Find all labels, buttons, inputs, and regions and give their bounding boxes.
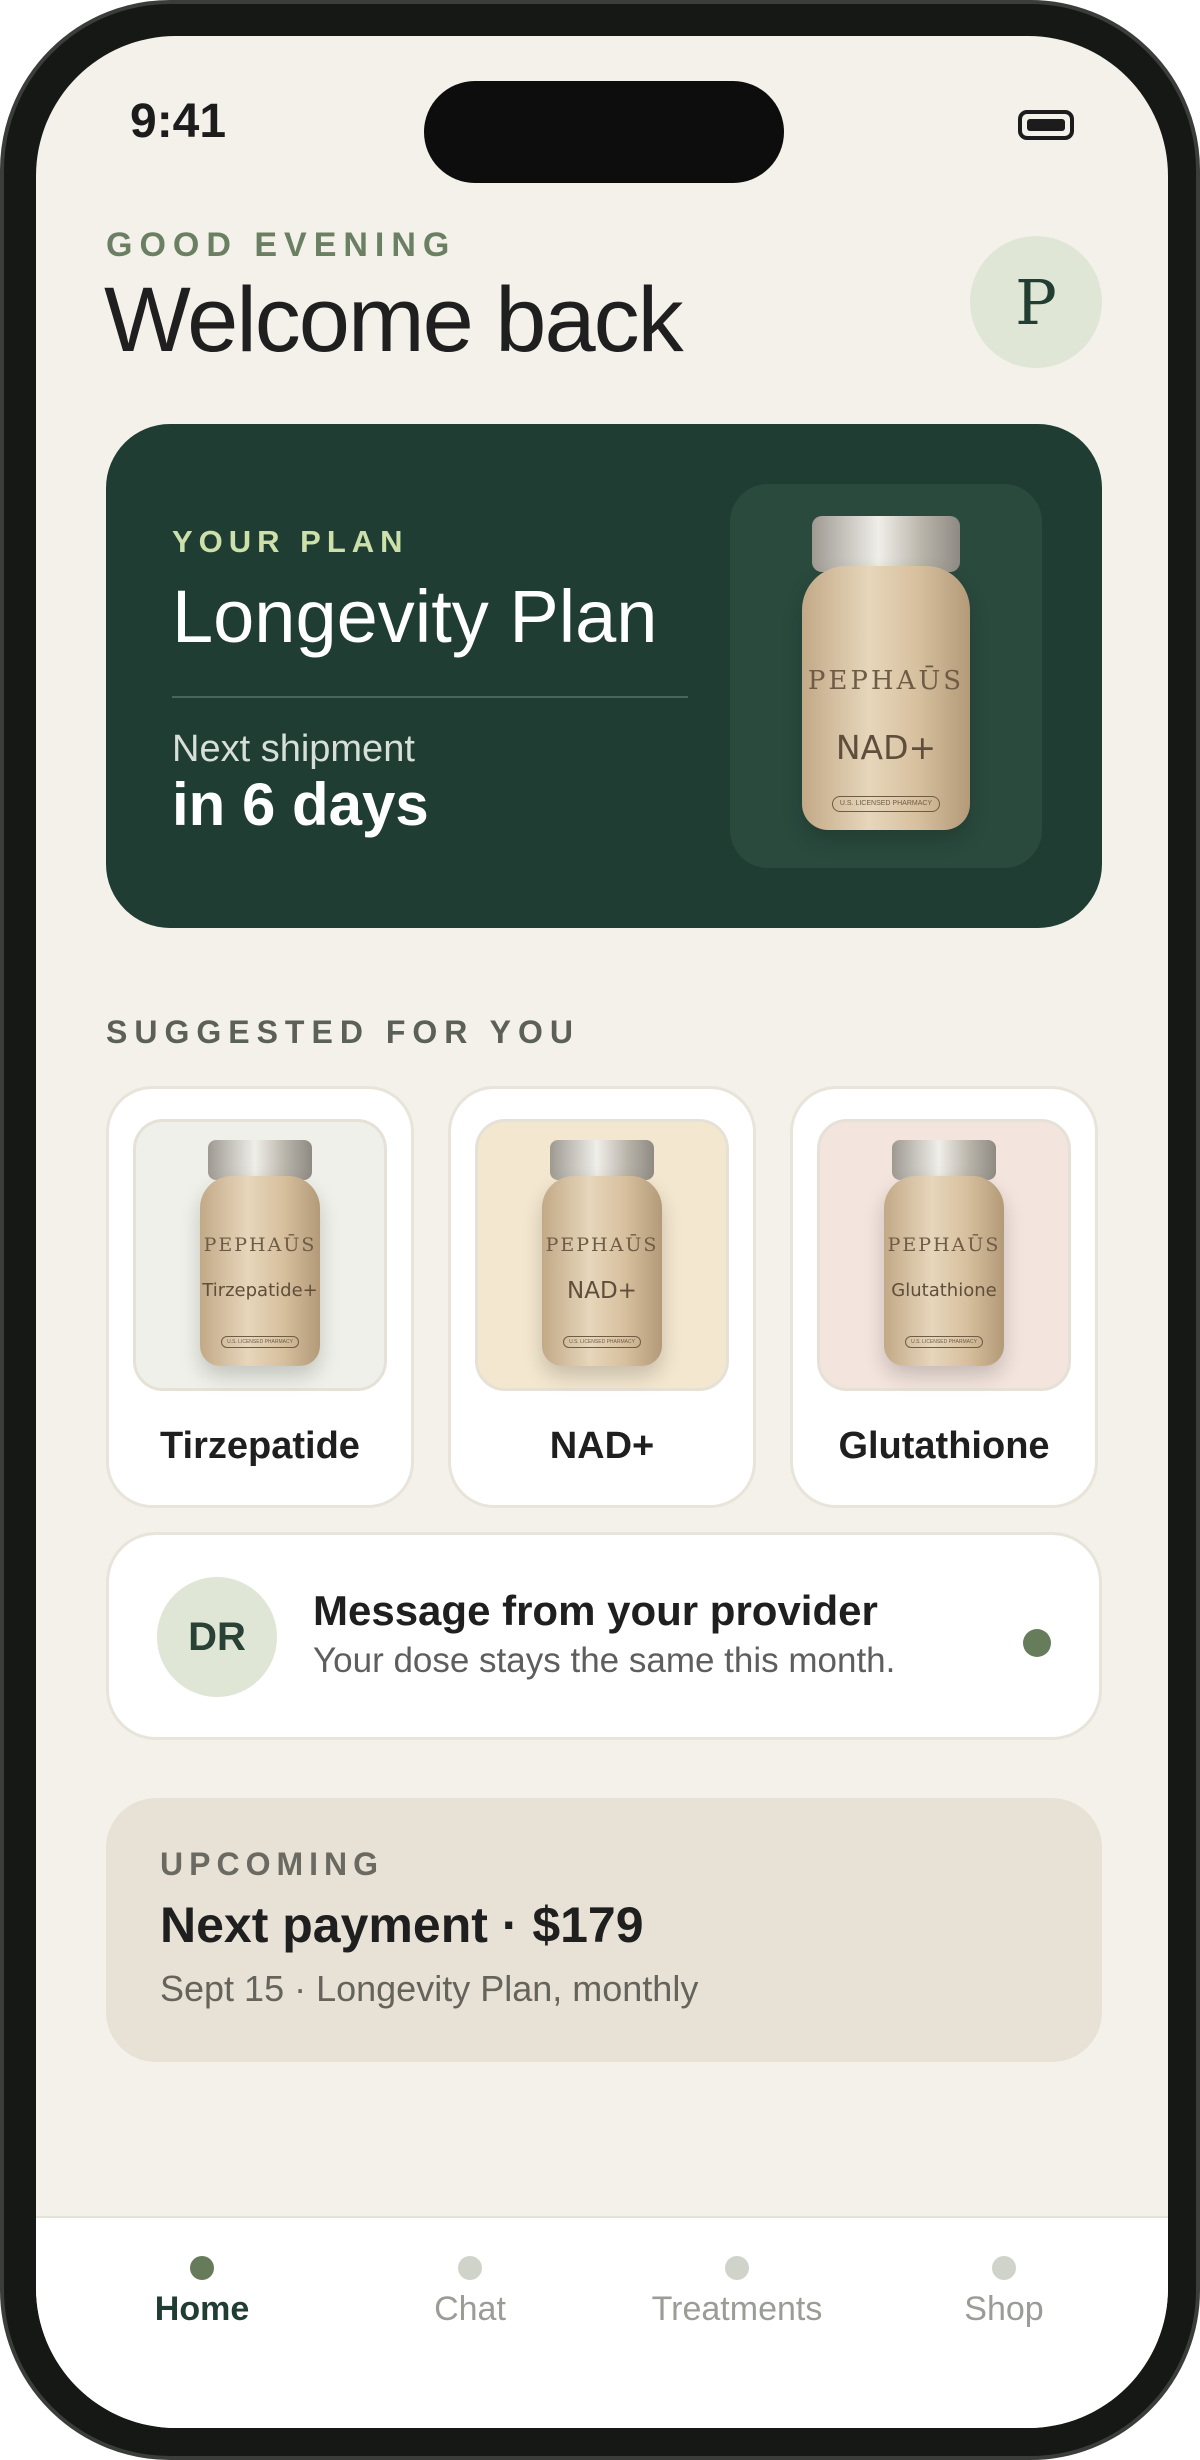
payment-subtitle: Sept 15 · Longevity Plan, monthly [160,1968,699,2009]
unread-indicator [1023,1629,1051,1657]
vial-image: PEPHAŪS Tirzepatide+ U.S. LICENSED PHARM… [198,1140,322,1370]
tab-shop[interactable]: Shop [874,2256,1134,2329]
vial-image: PEPHAŪS NAD+ U.S. LICENSED PHARMACY [540,1140,664,1370]
product-name: Tirzepatide [160,1425,360,1467]
tab-label: Chat [434,2290,506,2328]
provider-message-card[interactable]: DR Message from your provider Your dose … [106,1532,1102,1740]
shop-dot-icon [992,2256,1016,2280]
phone-frame: 9:41 GOOD EVENING Welcome back P YOUR PL… [0,0,1200,2460]
battery-icon [1018,110,1074,140]
treatments-dot-icon [725,2256,749,2280]
plan-divider [172,696,688,698]
upcoming-eyebrow: UPCOMING [160,1846,384,1882]
product-name: Glutathione [838,1425,1050,1467]
product-image-tile: PEPHAŪS NAD+ U.S. LICENSED PHARMACY [475,1119,729,1391]
tab-home[interactable]: Home [72,2256,332,2329]
product-image-tile: PEPHAŪS Glutathione U.S. LICENSED PHARMA… [817,1119,1071,1391]
message-title: Message from your provider [313,1587,878,1634]
product-card-glutathione[interactable]: PEPHAŪS Glutathione U.S. LICENSED PHARMA… [790,1086,1098,1508]
greeting-label: GOOD EVENING [106,226,457,264]
product-name: NAD+ [549,1425,655,1467]
plan-eyebrow: YOUR PLAN [172,524,409,559]
tab-label: Treatments [651,2290,823,2328]
app-screen: 9:41 GOOD EVENING Welcome back P YOUR PL… [36,36,1168,2428]
tab-label: Shop [964,2290,1044,2328]
suggested-section-title: SUGGESTED FOR YOU [106,1014,581,1050]
plan-name: Longevity Plan [172,575,658,658]
next-shipment-value: in 6 days [172,771,429,838]
next-shipment-label: Next shipment [172,728,415,770]
message-preview: Your dose stays the same this month. [313,1641,896,1680]
vial-image: PEPHAŪS NAD+ U.S. LICENSED PHARMACY [798,516,974,836]
tab-treatments[interactable]: Treatments [607,2256,867,2329]
payment-title: Next payment · $179 [160,1897,644,1953]
vial-image: PEPHAŪS Glutathione U.S. LICENSED PHARMA… [882,1140,1006,1370]
upcoming-payment-card[interactable]: UPCOMING Next payment · $179 Sept 15 · L… [106,1798,1102,2062]
status-time: 9:41 [130,95,227,148]
product-card-tirzepatide[interactable]: PEPHAŪS Tirzepatide+ U.S. LICENSED PHARM… [106,1086,414,1508]
profile-avatar[interactable]: P [970,236,1102,368]
dynamic-island [424,81,784,183]
tab-label: Home [154,2290,250,2328]
product-image-tile: PEPHAŪS Tirzepatide+ U.S. LICENSED PHARM… [133,1119,387,1391]
provider-avatar: DR [157,1577,277,1697]
plan-card[interactable]: YOUR PLAN Longevity Plan Next shipment i… [106,424,1102,928]
page-title: Welcome back [104,269,684,371]
product-card-nad[interactable]: PEPHAŪS NAD+ U.S. LICENSED PHARMACY NAD+ [448,1086,756,1508]
chat-dot-icon [458,2256,482,2280]
plan-product-image: PEPHAŪS NAD+ U.S. LICENSED PHARMACY [730,484,1042,868]
tab-chat[interactable]: Chat [340,2256,600,2329]
bottom-tab-bar: Home Chat Treatments Shop [36,2216,1168,2428]
home-dot-icon [190,2256,214,2280]
